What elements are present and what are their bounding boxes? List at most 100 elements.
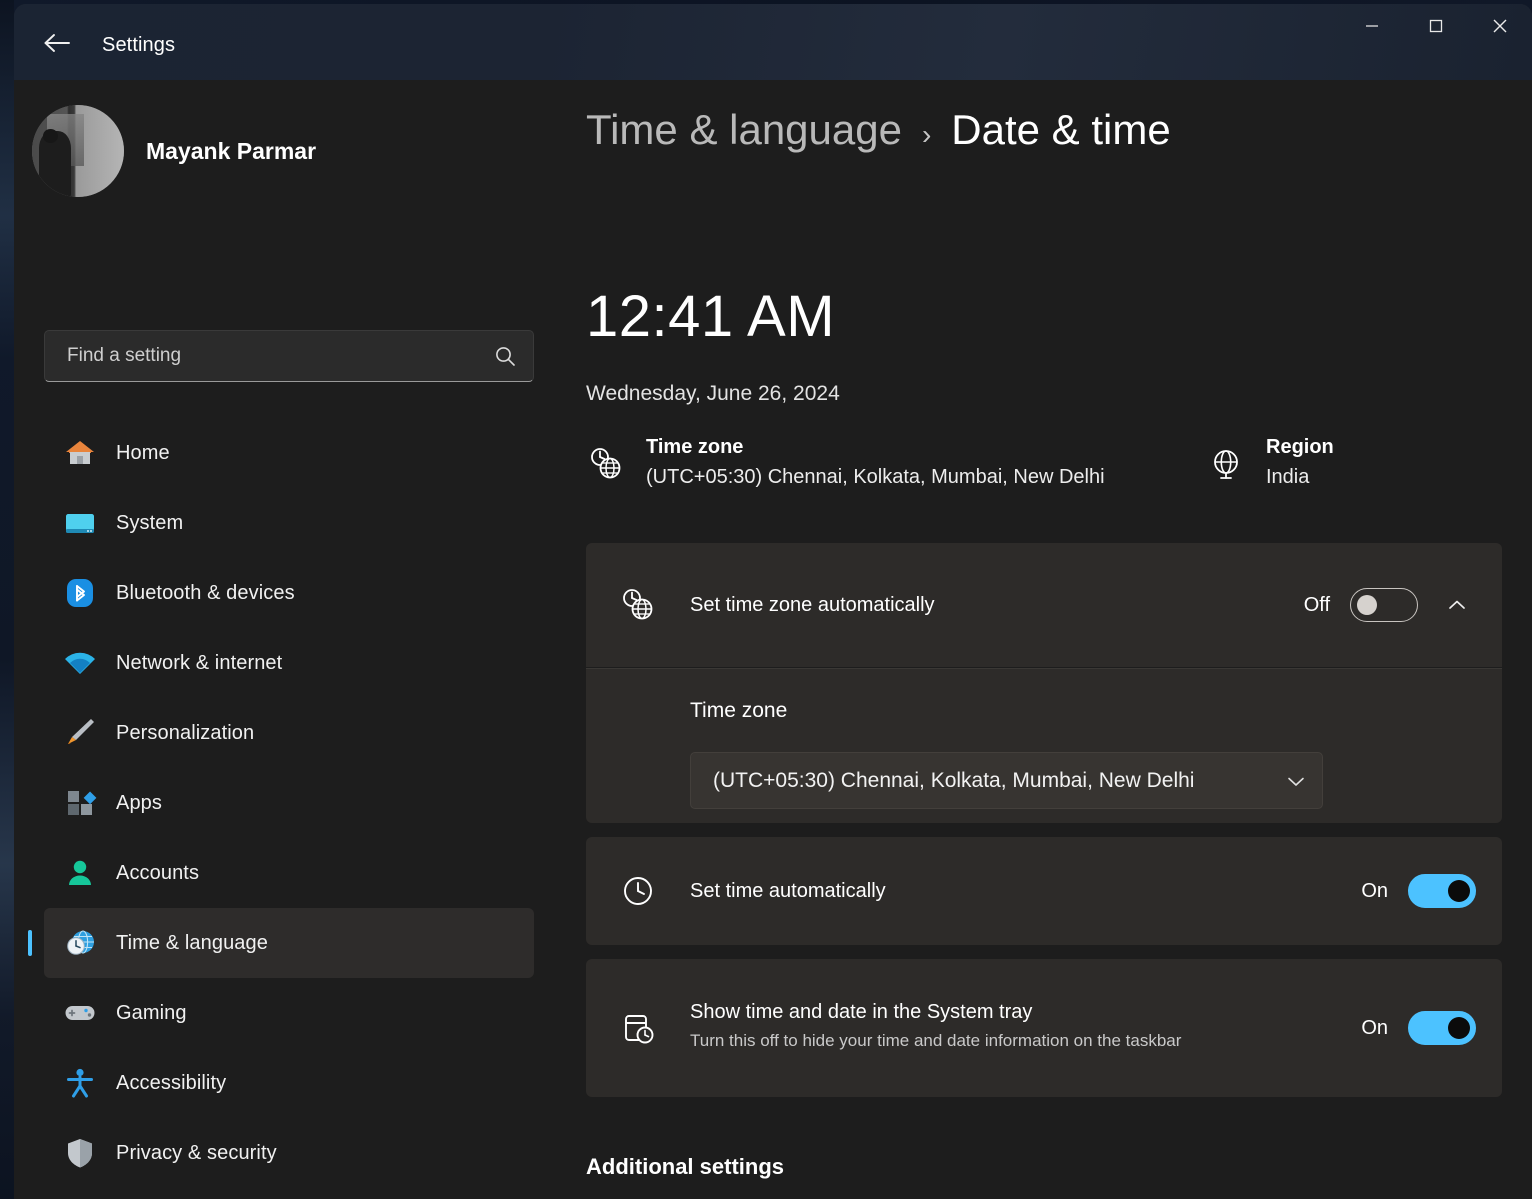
region-summary: Region India: [1206, 432, 1496, 493]
sidebar-item-time-language[interactable]: Time & language: [44, 908, 534, 978]
clock-globe-icon: [586, 585, 690, 625]
sidebar-item-label: Apps: [116, 792, 162, 815]
clock-globe-icon: [44, 926, 116, 960]
sidebar-item-label: Gaming: [116, 1002, 187, 1025]
setting-title: Set time automatically: [690, 880, 1361, 903]
show-tray-time-row: Show time and date in the System tray Tu…: [586, 959, 1502, 1097]
breadcrumb: Time & language › Date & time: [586, 106, 1171, 154]
sidebar-item-label: Personalization: [116, 722, 254, 745]
toggle-state-label: On: [1361, 1017, 1388, 1040]
sidebar-item-apps[interactable]: Apps: [44, 768, 534, 838]
sidebar: Mayank Parmar: [14, 80, 555, 1199]
setting-title: Show time and date in the System tray: [690, 1001, 1361, 1024]
sidebar-item-gaming[interactable]: Gaming: [44, 978, 534, 1048]
set-time-auto-text: Set time automatically: [690, 880, 1361, 903]
close-button[interactable]: [1468, 4, 1532, 48]
app-title: Settings: [102, 34, 175, 57]
sidebar-item-bluetooth-devices[interactable]: Bluetooth & devices: [44, 558, 534, 628]
sidebar-nav: Home System: [44, 418, 534, 1199]
maximize-button[interactable]: [1404, 4, 1468, 48]
sidebar-item-accessibility[interactable]: Accessibility: [44, 1048, 534, 1118]
back-button[interactable]: [30, 24, 84, 62]
set-time-auto-controls: On: [1361, 874, 1502, 908]
set-timezone-auto-row: Set time zone automatically Off: [586, 543, 1502, 667]
shield-icon: [44, 1136, 116, 1170]
back-arrow-icon: [42, 32, 72, 54]
set-timezone-auto-controls: Off: [1304, 586, 1502, 624]
timezone-dropdown[interactable]: (UTC+05:30) Chennai, Kolkata, Mumbai, Ne…: [690, 752, 1323, 809]
apps-grid-icon: [44, 786, 116, 820]
sidebar-item-system[interactable]: System: [44, 488, 534, 558]
sidebar-item-label: System: [116, 512, 183, 535]
sidebar-item-label: Home: [116, 442, 170, 465]
system-monitor-icon: [44, 506, 116, 540]
gamepad-icon: [44, 996, 116, 1030]
timezone-expanded-panel: Time zone (UTC+05:30) Chennai, Kolkata, …: [586, 668, 1502, 823]
sidebar-item-label: Bluetooth & devices: [116, 582, 295, 605]
toggle-state-label: On: [1361, 880, 1388, 903]
paintbrush-icon: [44, 716, 116, 750]
timezone-label: Time zone: [646, 432, 1105, 462]
home-icon: [44, 436, 116, 470]
calendar-clock-icon: [586, 1008, 690, 1048]
bluetooth-icon: [44, 576, 116, 610]
setting-title: Set time zone automatically: [690, 594, 1304, 617]
timezone-summary: Time zone (UTC+05:30) Chennai, Kolkata, …: [586, 432, 1206, 493]
sidebar-item-label: Network & internet: [116, 652, 282, 675]
show-tray-time-card: Show time and date in the System tray Tu…: [586, 959, 1502, 1097]
selection-indicator: [28, 930, 32, 956]
globe-icon: [1206, 444, 1246, 489]
search-icon: [493, 344, 517, 368]
additional-settings-heading: Additional settings: [586, 1154, 784, 1180]
breadcrumb-parent-link[interactable]: Time & language: [586, 106, 902, 154]
timezone-selected-value: (UTC+05:30) Chennai, Kolkata, Mumbai, Ne…: [713, 769, 1284, 793]
sidebar-item-home[interactable]: Home: [44, 418, 534, 488]
avatar-person-head: [43, 129, 58, 143]
current-date: Wednesday, June 26, 2024: [586, 382, 840, 406]
sidebar-item-label: Time & language: [116, 932, 268, 955]
show-tray-time-controls: On: [1361, 1011, 1502, 1045]
show-tray-time-toggle[interactable]: [1408, 1011, 1476, 1045]
sidebar-item-label: Accessibility: [116, 1072, 226, 1095]
sidebar-item-windows-update[interactable]: Windows Update: [44, 1188, 534, 1199]
avatar: [32, 105, 124, 197]
show-tray-time-text: Show time and date in the System tray Tu…: [690, 1001, 1361, 1054]
sidebar-item-network-internet[interactable]: Network & internet: [44, 628, 534, 698]
minimize-button[interactable]: [1340, 4, 1404, 48]
clock-globe-icon: [586, 444, 626, 489]
timezone-value: (UTC+05:30) Chennai, Kolkata, Mumbai, Ne…: [646, 462, 1105, 493]
region-label: Region: [1266, 432, 1334, 462]
page-title: Date & time: [951, 106, 1170, 154]
close-icon: [1492, 18, 1508, 34]
minimize-icon: [1365, 19, 1379, 33]
search-input[interactable]: [67, 345, 493, 367]
sidebar-item-label: Privacy & security: [116, 1142, 277, 1165]
set-time-auto-toggle[interactable]: [1408, 874, 1476, 908]
sidebar-item-personalization[interactable]: Personalization: [44, 698, 534, 768]
sidebar-item-label: Accounts: [116, 862, 199, 885]
chevron-down-icon: [1284, 769, 1308, 793]
set-timezone-auto-toggle[interactable]: [1350, 588, 1418, 622]
time-region-summary: Time zone (UTC+05:30) Chennai, Kolkata, …: [586, 432, 1502, 506]
sidebar-item-accounts[interactable]: Accounts: [44, 838, 534, 908]
toggle-knob: [1448, 880, 1470, 902]
profile-name: Mayank Parmar: [146, 138, 316, 165]
set-timezone-auto-text: Set time zone automatically: [690, 594, 1304, 617]
sidebar-item-privacy-security[interactable]: Privacy & security: [44, 1118, 534, 1188]
user-profile[interactable]: Mayank Parmar: [32, 96, 532, 206]
main-content: Time & language › Date & time 12:41 AM W…: [555, 80, 1532, 1199]
chevron-right-icon: ›: [922, 119, 931, 151]
search-box[interactable]: [44, 330, 534, 382]
wifi-icon: [44, 646, 116, 680]
set-timezone-auto-card: Set time zone automatically Off: [586, 543, 1502, 667]
set-time-auto-row: Set time automatically On: [586, 837, 1502, 945]
toggle-knob: [1448, 1017, 1470, 1039]
expand-collapse-button[interactable]: [1438, 586, 1476, 624]
toggle-knob: [1357, 595, 1377, 615]
set-time-auto-card: Set time automatically On: [586, 837, 1502, 945]
maximize-icon: [1429, 19, 1443, 33]
person-icon: [44, 856, 116, 890]
main-scrollbar[interactable]: [1526, 156, 1532, 1199]
setting-description: Turn this off to hide your time and date…: [690, 1028, 1260, 1054]
toggle-state-label: Off: [1304, 594, 1330, 617]
